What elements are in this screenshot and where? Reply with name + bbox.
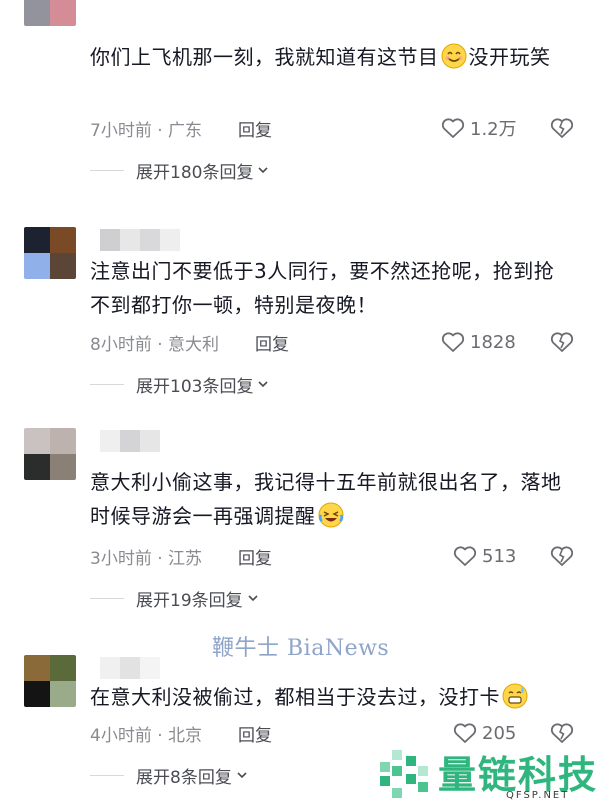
divider [90,774,124,776]
like-count: 1828 [470,331,516,353]
like-button[interactable]: 513 [452,542,516,570]
comment-meta: 8小时前 · 意大利 回复 [90,328,289,356]
like-count: 513 [482,545,517,567]
chevron-down-icon [237,772,247,779]
divider [90,169,124,171]
comment-time: 4小时前 [90,725,152,746]
expand-replies-button[interactable]: 展开180条回复 [90,157,269,183]
expand-replies-button[interactable]: 展开19条回复 [90,585,259,611]
expand-replies-label: 展开103条回复 [136,376,254,397]
brand-url: QFSP.NET [506,790,570,801]
brand-watermark: 量链科技 QFSP.NET [378,738,600,807]
broken-heart-icon[interactable] [549,115,575,141]
comment-text-part: 注意出门不要低于3人同行，要不然还抢呢，抢到抢不到都打你一顿，特别是夜晚！ [90,259,555,317]
comment-meta: 4小时前 · 北京 回复 [90,719,272,747]
comment-text-part: 你们上飞机那一刻，我就知道有这节目 [90,45,439,69]
comment-time: 7小时前 [90,120,152,141]
username-blurred[interactable] [100,229,180,251]
expand-replies-label: 展开19条回复 [136,590,243,611]
comment-text: 你们上飞机那一刻，我就知道有这节目 没开玩笑 [90,40,570,74]
comment-text-part: 没开玩笑 [468,45,551,69]
heart-outline-icon [441,332,465,352]
chevron-down-icon [258,381,269,388]
avatar[interactable] [24,0,76,26]
comment-text: 在意大利没被偷过，都相当于没去过，没打卡 [90,680,570,714]
comment-time: 3小时前 [90,548,152,569]
meta-separator: · [151,548,169,569]
chevron-down-icon [258,167,269,174]
expand-replies-button[interactable]: 展开8条回复 [90,762,248,788]
watermark: 鞭牛士 BiaNews [212,636,390,661]
comment-text-part: 在意大利没被偷过，都相当于没去过，没打卡 [90,685,500,709]
smiling-face-emoji [441,43,466,69]
like-button[interactable]: 1.2万 [440,114,517,142]
comment-location: 北京 [168,725,203,746]
heart-outline-icon [441,118,465,138]
like-count: 1.2万 [470,119,517,140]
comment-time: 8小时前 [90,334,152,355]
comment-meta: 3小时前 · 江苏 回复 [90,542,272,570]
grinning-sweat-emoji [502,683,528,709]
broken-heart-icon[interactable] [549,543,575,569]
comment-text: 注意出门不要低于3人同行，要不然还抢呢，抢到抢不到都打你一顿，特别是夜晚！ [90,254,570,322]
comment-text: 意大利小偷这事，我记得十五年前就很出名了，落地时候导游会一再强调提醒 [90,465,570,533]
expand-replies-label: 展开180条回复 [136,162,254,183]
reply-button[interactable]: 回复 [238,116,272,141]
comment-location: 江苏 [168,548,203,569]
expand-replies-button[interactable]: 展开103条回复 [90,371,269,397]
comment-meta: 7小时前 · 广东 回复 [90,114,272,142]
username-blurred[interactable] [100,657,160,679]
comment-location: 广东 [168,120,203,141]
laughing-crying-emoji [318,502,343,528]
divider [90,383,124,385]
meta-separator: · [151,725,169,746]
reply-button[interactable]: 回复 [238,544,272,569]
like-button[interactable]: 1828 [440,328,516,356]
divider [90,597,124,599]
avatar[interactable] [24,655,76,707]
comment-location: 意大利 [168,334,220,355]
avatar[interactable] [24,227,76,279]
broken-heart-icon[interactable] [549,329,575,355]
brand-logo-icon [380,750,428,798]
reply-button[interactable]: 回复 [238,721,272,746]
expand-replies-label: 展开8条回复 [136,767,232,788]
reply-button[interactable]: 回复 [255,330,289,355]
chevron-down-icon [248,595,258,602]
heart-outline-icon [453,546,477,566]
username-blurred[interactable] [100,430,160,452]
meta-separator: · [151,120,169,141]
avatar[interactable] [24,428,76,480]
meta-separator: · [151,334,169,355]
